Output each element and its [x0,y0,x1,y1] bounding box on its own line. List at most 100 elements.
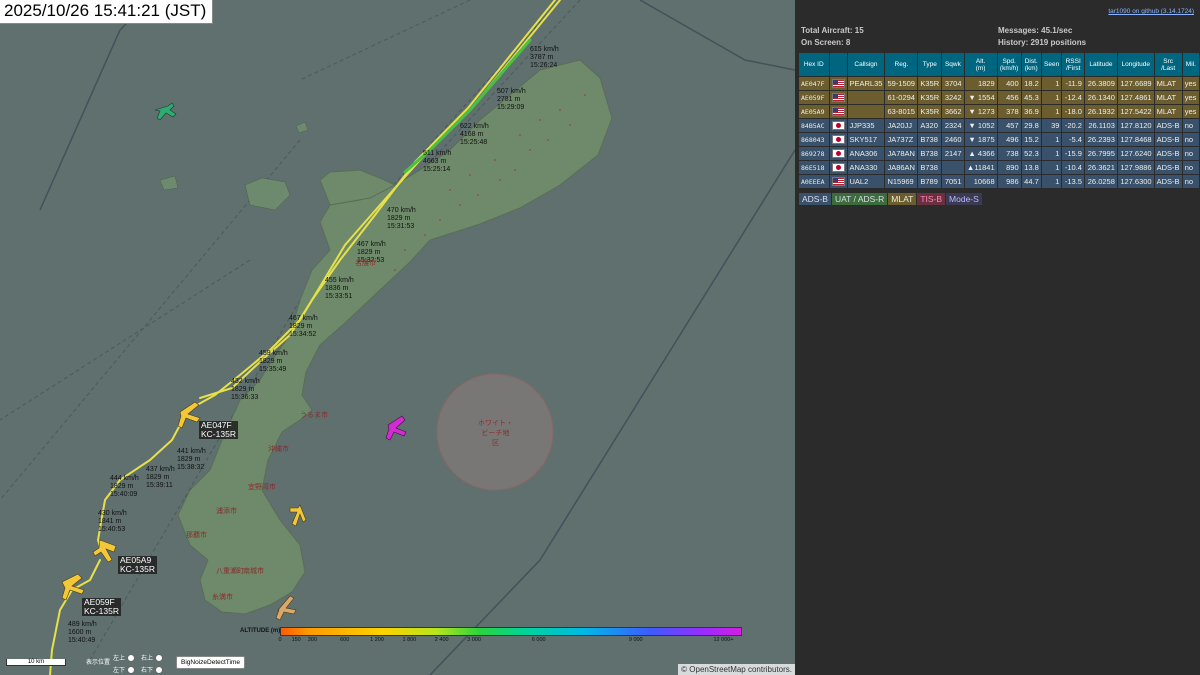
cell-rssi: -13.5 [1061,174,1085,189]
cell-spd: 986 [996,174,1022,189]
cell-reg: JA20JJ [884,118,919,133]
cell-sqwk: 7051 [941,174,965,189]
cell-flag [828,76,848,91]
table-row[interactable]: AE059F 61-0294 K35R 3242 ▼ 1554 456 45.3 1 -12.4… [798,90,1200,105]
table-row[interactable]: AE047F PEARL35 59-1509 K35R 3704 1829 400 18.2 1… [798,76,1200,91]
col-flag[interactable] [828,52,848,77]
cell-type: B738 [917,160,943,175]
cell-rssi: -18.0 [1061,104,1085,119]
repo-link[interactable]: tar1090 on github (3.14.1724) [1108,8,1194,15]
pos-option-top-right[interactable]: 右上 [141,653,164,663]
map-attribution[interactable]: © OpenStreetMap contributors. [678,664,795,675]
cell-reg: 61-0294 [884,90,919,105]
cell-sqwk: 2147 [941,146,965,161]
pos-option-top-left[interactable]: 左上 [113,653,136,663]
col-altitude[interactable]: Alt. (m) [963,52,998,77]
aircraft-tag[interactable]: AE059F KC-135R [82,598,121,616]
col-source[interactable]: Src /Last [1153,52,1183,77]
track-label: 507 km/h 2781 m 15:29:09 [497,88,526,111]
cell-mil: yes [1181,76,1200,91]
altitude-tick: 300 [307,637,317,643]
col-speed[interactable]: Spd. (km/h) [996,52,1022,77]
jp-flag-icon [831,135,845,145]
table-row[interactable]: 86E518 ANA330 JA86AN B738 ▲11841 890 13.8 1 -10.… [798,160,1200,175]
cell-dist: 52.3 [1020,146,1042,161]
us-flag-icon [831,177,845,187]
cell-seen: 1 [1040,104,1063,119]
col-distance[interactable]: Dist. (km) [1020,52,1042,77]
cell-dist: 44.7 [1020,174,1042,189]
table-row[interactable]: A0EEEA UAL2 N15969 B789 7051 10668 986 44.7 1 -13… [798,174,1200,189]
cell-reg: N15969 [884,174,919,189]
messages-rate: Messages: 45.1/sec [998,26,1073,35]
cell-type: K35R [917,90,943,105]
map-scale: 10 km [6,659,66,666]
table-row[interactable]: 868043 SKY517 JA737Z B738 2460 ▼ 1875 496 15.2 1… [798,132,1200,147]
pos-option-bottom-right[interactable]: 右下 [141,665,164,675]
cell-flag [828,118,848,133]
cell-callsign: UAL2 [846,174,886,189]
track-label: 430 km/h 1841 m 15:40:53 [98,510,127,533]
cell-src: MLAT [1153,76,1183,91]
altitude-tick: 2 400 [434,637,449,643]
cell-sqwk: 2324 [941,118,965,133]
cell-seen: 1 [1040,132,1063,147]
cell-rssi: -11.9 [1061,76,1085,91]
cell-callsign: ANA306 [846,146,886,161]
cell-reg: 63-8015 [884,104,919,119]
track-label: 459 km/h 1829 m 15:35:49 [259,350,288,373]
altitude-ticks: 0 150 300 600 1 200 1 800 2 400 3 000 6 … [278,637,742,645]
col-hex-id[interactable]: Hex ID [798,52,830,77]
place-label: 沖縄市 [268,446,289,453]
radio-icon[interactable] [155,654,164,663]
col-military[interactable]: Mil. [1181,52,1200,77]
col-longitude[interactable]: Longitude [1116,52,1155,77]
altitude-tick: 150 [291,637,301,643]
map-view[interactable]: 2025/10/26 15:41:21 (JST) 615 km/h 3787 … [0,0,795,675]
cell-flag [828,160,848,175]
jp-flag-icon [831,149,845,159]
col-reg[interactable]: Reg. [884,52,919,77]
place-label: 宜野湾市 [248,484,276,491]
aircraft-tag[interactable]: AE05A9 KC-135R [118,556,157,574]
big-noize-detect-time-button[interactable]: BigNoizeDetectTime [176,656,246,669]
col-type[interactable]: Type [917,52,943,77]
col-seen[interactable]: Seen [1040,52,1063,77]
cell-hex: AE059F [798,90,830,105]
cell-lat: 26.7995 [1083,146,1118,161]
source-badge: TIS-B [917,193,946,205]
altitude-legend: ALTITUDE (m) 0 150 300 600 1 200 1 800 2… [240,626,760,654]
aircraft-tag[interactable]: AE047F KC-135R [199,421,238,439]
radio-icon[interactable] [127,654,136,663]
cell-spd: 400 [996,76,1022,91]
col-callsign[interactable]: Callsign [846,52,886,77]
altitude-tick: 9 000 [628,637,643,643]
track-label: 467 km/h 1829 m 15:34:52 [289,315,318,338]
pos-option-bottom-left[interactable]: 左下 [113,665,136,675]
col-rssi[interactable]: RSSI /First [1061,52,1085,77]
cell-type: B789 [917,174,943,189]
cell-alt: ▼ 1052 [963,118,998,133]
cell-mil: no [1181,146,1200,161]
col-latitude[interactable]: Latitude [1083,52,1118,77]
cell-mil: no [1181,118,1200,133]
table-row[interactable]: 869278 ANA306 JA78AN B738 2147 ▲ 4366 738 52.3 1… [798,146,1200,161]
col-squawk[interactable]: Sqwk [941,52,965,77]
cell-src: ADS-B [1153,118,1183,133]
radio-icon[interactable] [127,666,136,675]
radio-icon[interactable] [155,666,164,675]
table-row[interactable]: 84B5AC JJP335 JA20JJ A320 2324 ▼ 1052 457 29.8 3… [798,118,1200,133]
cell-src: ADS-B [1153,160,1183,175]
cell-dist: 45.3 [1020,90,1042,105]
source-badge: Mode-S [946,193,982,205]
altitude-tick: 6 000 [531,637,546,643]
cell-lon: 127.8120 [1116,118,1155,133]
cell-mil: no [1181,160,1200,175]
source-badge: MLAT [888,193,917,205]
cell-alt: ▼ 1273 [963,104,998,119]
place-label: 浦添市 [216,508,237,515]
table-row[interactable]: AE05A9 63-8015 K35R 3662 ▼ 1273 378 36.9 1 -18.0… [798,104,1200,119]
cell-rssi: -12.4 [1061,90,1085,105]
cell-mil: yes [1181,104,1200,119]
cell-rssi: -10.4 [1061,160,1085,175]
